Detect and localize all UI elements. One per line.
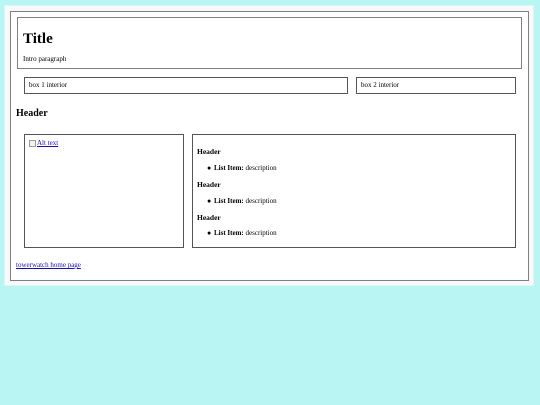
box-1: box 1 interior [24,77,348,94]
list-item-description: description [245,229,277,237]
image-panel: Alt text [24,134,184,248]
box-2: box 2 interior [356,77,516,94]
list-group-header: Header [197,180,221,189]
list-item: ● List Item: description [207,229,277,238]
section-header: Header [16,108,48,119]
bullet-icon: ● [207,229,212,237]
list-item-label: List Item: [214,164,244,172]
list-panel: Header ● List Item: description Header ●… [192,134,516,248]
intro-paragraph: Intro paragraph [23,55,67,63]
list-item: ● List Item: description [207,164,277,173]
box-1-text: box 1 interior [29,81,68,89]
list-item-description: description [245,197,277,205]
box-2-text: box 2 interior [361,81,400,89]
list-item: ● List Item: description [207,197,277,206]
list-group-header: Header [197,213,221,222]
bullet-icon: ● [207,197,212,205]
list-item-label: List Item: [214,197,244,205]
bullet-icon: ● [207,164,212,172]
home-page-link[interactable]: towerwatch home page [16,261,81,270]
list-item-description: description [245,164,277,172]
broken-image-icon [29,140,36,147]
image-alt-text: Alt text [37,139,59,147]
list-item-label: List Item: [214,229,244,237]
image-link[interactable]: Alt text [29,139,58,148]
page-title: Title [23,31,53,47]
hero-box: Title Intro paragraph [17,17,522,69]
list-group-header: Header [197,147,221,156]
